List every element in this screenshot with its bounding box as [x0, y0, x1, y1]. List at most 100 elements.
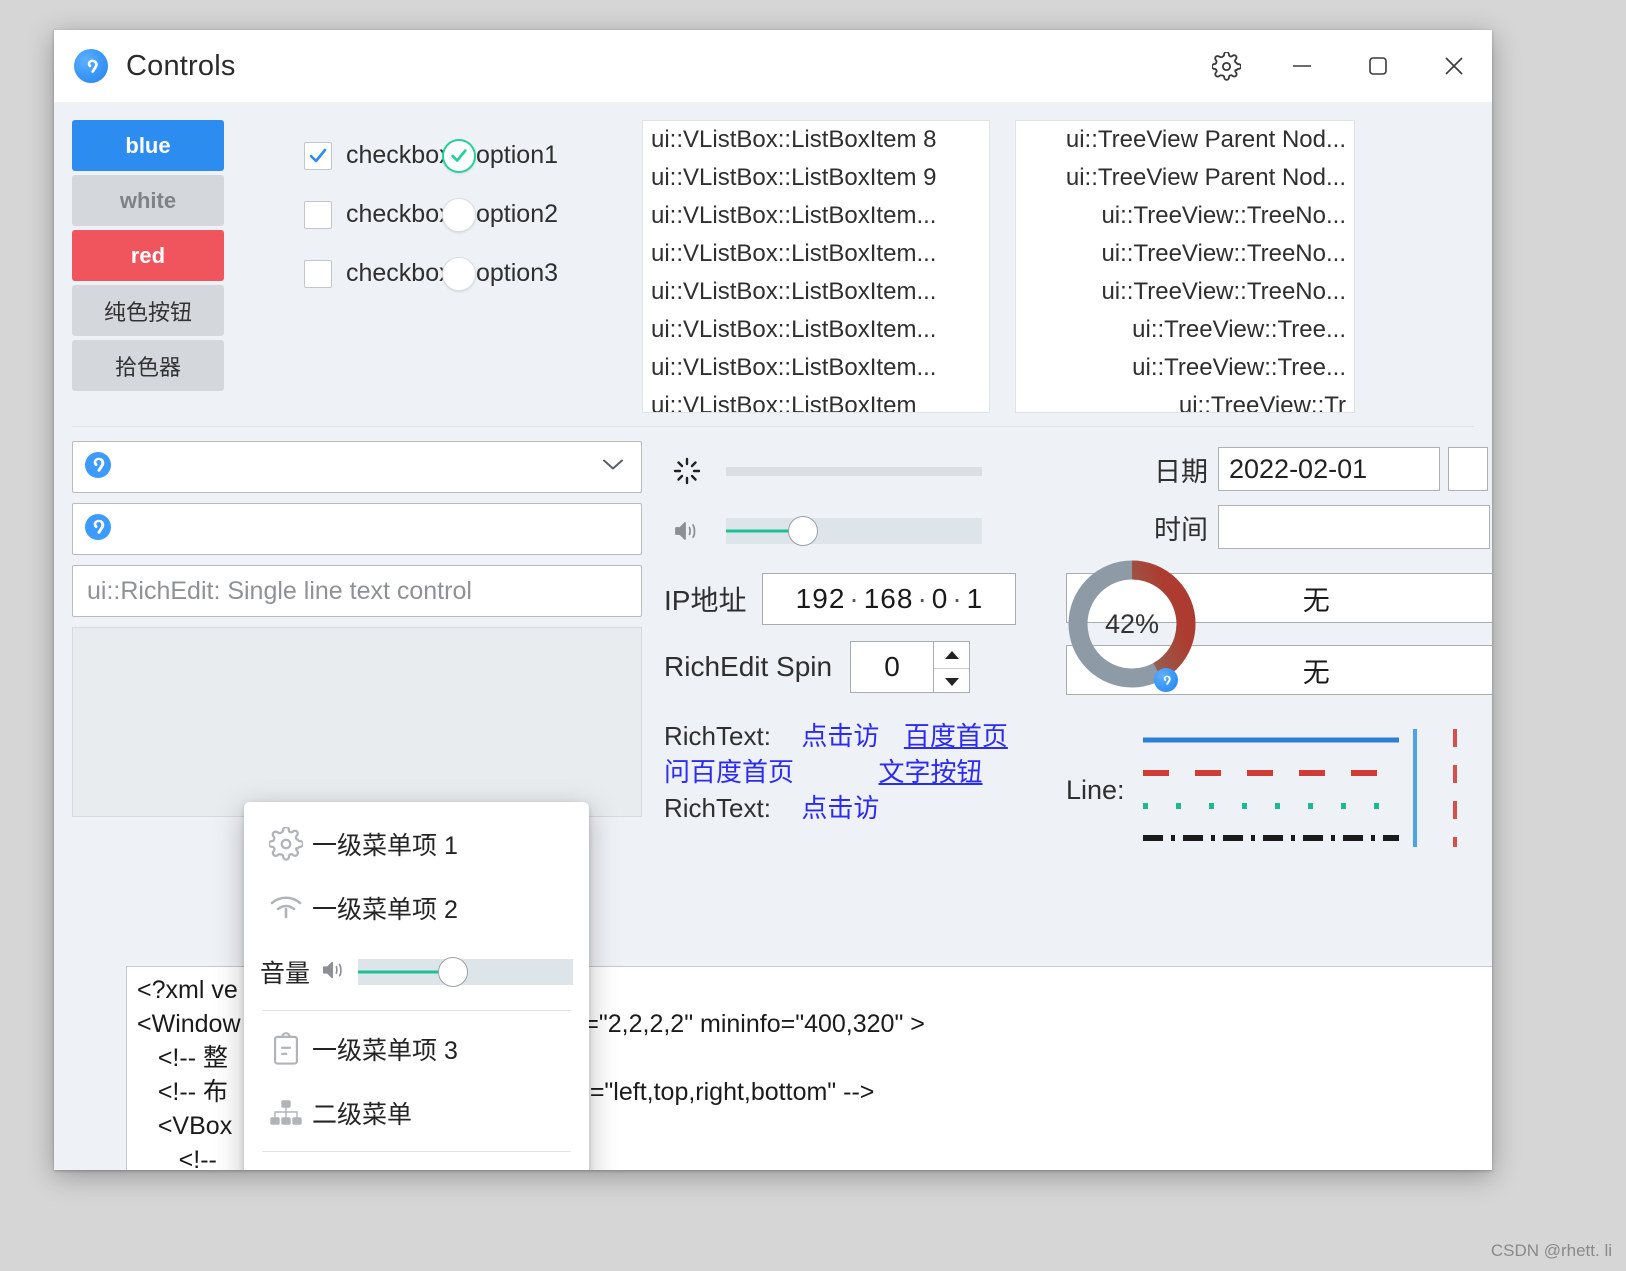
tree-node[interactable]: ui::TreeView::Tr — [1016, 387, 1354, 412]
checkbox-row-3[interactable]: checkbox3 — [304, 244, 466, 303]
ip-address-field[interactable]: 192 · 168 · 0 · 1 — [762, 573, 1017, 625]
mid-left-column: ui::RichEdit: Single line text control — [72, 441, 642, 855]
radio-row-2[interactable]: option2 — [442, 185, 632, 244]
radio-option2-label: option2 — [476, 200, 559, 228]
richedit-multiline[interactable] — [72, 627, 642, 817]
progress-bar — [726, 466, 982, 476]
maximize-button[interactable] — [1340, 30, 1416, 102]
ip-separator: · — [952, 583, 963, 614]
menu-item-submenu-label: 二级菜单 — [312, 1101, 413, 1129]
white-button[interactable]: white — [72, 175, 224, 226]
checkbox-row-1[interactable]: checkbox1 — [304, 126, 466, 185]
list-item[interactable]: ui::VListBox::ListBoxItem... — [643, 349, 989, 387]
speaker-icon — [320, 958, 348, 987]
list-item[interactable]: ui::VListBox::ListBoxItem... — [643, 311, 989, 349]
radio-option1[interactable] — [442, 138, 476, 173]
richtext-text-button[interactable]: 文字按钮 — [878, 757, 982, 787]
solid-color-button[interactable]: 纯色按钮 — [72, 285, 224, 336]
menu-item-1-label: 一级菜单项 1 — [312, 832, 458, 860]
menu-item-2[interactable]: 一级菜单项 2 — [244, 876, 589, 940]
tree-node[interactable]: ui::TreeView::Tree... — [1016, 311, 1354, 349]
context-menu: 一级菜单项 1 一级菜单项 2 音量 一级菜单项 3 二级菜单 — [244, 802, 589, 1170]
menu-item-2-label: 一级菜单项 2 — [312, 896, 458, 924]
blue-button[interactable]: blue — [72, 120, 224, 171]
menu-separator — [262, 1151, 571, 1152]
menu-volume-slider-knob[interactable] — [437, 957, 468, 987]
menu-item-submenu[interactable]: 二级菜单 — [244, 1081, 589, 1145]
richtext-link-4[interactable]: 问百度首页 — [664, 757, 794, 787]
checkbox-group: checkbox1 checkbox2 checkbox3 — [224, 120, 466, 412]
ip-octet-2[interactable]: 168 — [864, 583, 914, 615]
time-row: 时间 — [1154, 505, 1492, 549]
list-box[interactable]: ui::VListBox::ListBoxItem 8 ui::VListBox… — [642, 120, 990, 413]
date-label: 日期 — [1154, 456, 1208, 487]
checkbox-row-2[interactable]: checkbox2 — [304, 185, 466, 244]
ip-label: IP地址 — [664, 585, 747, 616]
tree-node[interactable]: ui::TreeView::TreeNo... — [1016, 197, 1354, 235]
list-item[interactable]: ui::VListBox::ListBoxItem... — [643, 235, 989, 273]
tree-node[interactable]: ui::TreeView::TreeNo... — [1016, 235, 1354, 273]
list-item[interactable]: ui::VListBox::ListBoxItem 8 — [643, 121, 989, 159]
radio-row-3[interactable]: option3 — [442, 244, 632, 303]
richtext-link-baidu-home[interactable]: 百度首页 — [904, 721, 1008, 751]
client-area: blue white red 纯色按钮 拾色器 checkbox1 checkb… — [54, 102, 1492, 1170]
tree-node[interactable]: ui::TreeView::TreeNo... — [1016, 273, 1354, 311]
loading-spinner-icon — [664, 456, 710, 486]
watermark: CSDN @rhett. li — [1490, 1241, 1612, 1260]
radio-option3[interactable] — [442, 256, 476, 291]
ip-octet-3[interactable]: 0 — [932, 583, 949, 615]
checkbox-1[interactable] — [304, 141, 332, 170]
red-button[interactable]: red — [72, 230, 224, 281]
radio-option2[interactable] — [442, 197, 476, 232]
color-picker-button[interactable]: 拾色器 — [72, 340, 224, 391]
menu-item-1[interactable]: 一级菜单项 1 — [244, 812, 589, 876]
app-logo-icon — [85, 513, 111, 545]
app-logo-icon — [74, 49, 108, 83]
richtext-link-5[interactable]: 点击访 — [801, 793, 879, 823]
menu-item-3-label: 一级菜单项 3 — [312, 1037, 458, 1065]
combo-box-2[interactable] — [72, 503, 642, 555]
ip-octet-4[interactable]: 1 — [967, 583, 984, 615]
menu-volume-row[interactable]: 音量 — [244, 940, 589, 1004]
caret-up-icon[interactable] — [934, 642, 970, 669]
line-label: Line: — [1066, 774, 1125, 805]
circular-progress-value: 42% — [1104, 608, 1160, 639]
tree-node[interactable]: ui::TreeView Parent Nod... — [1016, 121, 1354, 159]
settings-button[interactable] — [1188, 30, 1264, 102]
time-label: 时间 — [1154, 514, 1208, 545]
gear-icon — [260, 827, 312, 861]
tree-node[interactable]: ui::TreeView::Tree... — [1016, 349, 1354, 387]
window-controls — [1188, 30, 1492, 102]
time-field[interactable] — [1218, 505, 1490, 549]
checkbox-2[interactable] — [304, 200, 332, 229]
checkbox-3[interactable] — [304, 259, 332, 288]
spin-label: RichEdit Spin — [664, 651, 833, 682]
tree-node[interactable]: ui::TreeView Parent Nod... — [1016, 159, 1354, 197]
radio-option1-label: option1 — [476, 141, 559, 169]
list-item[interactable]: ui::VListBox::ListBoxItem... — [643, 197, 989, 235]
close-button[interactable] — [1416, 30, 1492, 102]
ip-octet-1[interactable]: 192 — [796, 583, 846, 615]
spin-value-field[interactable]: 0 — [850, 641, 935, 693]
list-item[interactable]: ui::VListBox::ListBoxItem — [643, 387, 989, 412]
volume-slider[interactable] — [726, 516, 982, 546]
volume-slider-knob[interactable] — [787, 516, 818, 546]
menu-item-3[interactable]: 一级菜单项 3 — [244, 1017, 589, 1081]
menu-volume-slider[interactable] — [358, 957, 573, 987]
menu-item-sort-asc[interactable]: 排序方式：递增 — [244, 1158, 589, 1170]
menu-separator — [262, 1010, 571, 1011]
richtext-link-1[interactable]: 点击访 — [801, 721, 879, 751]
top-section: blue white red 纯色按钮 拾色器 checkbox1 checkb… — [54, 102, 1492, 413]
date-field[interactable]: 2022-02-01 — [1218, 447, 1440, 491]
list-item[interactable]: ui::VListBox::ListBoxItem... — [643, 273, 989, 311]
combo-box[interactable] — [72, 441, 642, 493]
richedit-single-line[interactable]: ui::RichEdit: Single line text control — [72, 565, 642, 617]
tree-view[interactable]: ui::TreeView Parent Nod... ui::TreeView … — [1015, 120, 1355, 413]
minimize-button[interactable] — [1264, 30, 1340, 102]
date-extra-field[interactable] — [1448, 447, 1488, 491]
spin-buttons[interactable] — [934, 641, 971, 695]
list-item[interactable]: ui::VListBox::ListBoxItem 9 — [643, 159, 989, 197]
chevron-down-icon[interactable] — [601, 458, 625, 477]
caret-down-icon[interactable] — [934, 669, 969, 695]
radio-row-1[interactable]: option1 — [442, 126, 632, 185]
